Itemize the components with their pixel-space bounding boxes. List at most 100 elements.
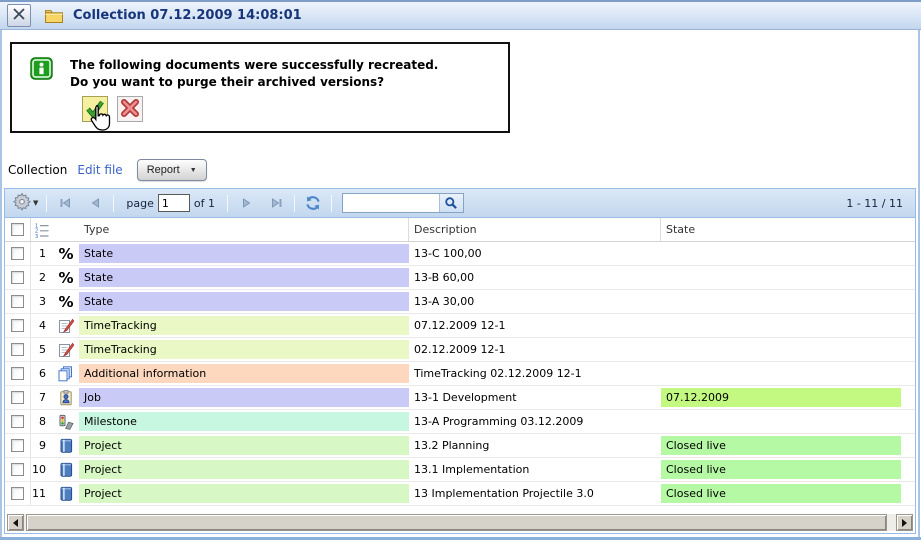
row-number-header: 1 2 3: [31, 218, 53, 241]
report-dropdown-button[interactable]: Report ▼: [137, 159, 207, 181]
horizontal-scrollbar[interactable]: [7, 514, 913, 531]
table-row[interactable]: 3%State13-A 30,00: [5, 290, 915, 314]
last-page-button[interactable]: [266, 193, 286, 213]
row-checkbox[interactable]: [11, 391, 24, 404]
table-row[interactable]: 11Project13 Implementation Projectile 3.…: [5, 482, 915, 506]
search-button[interactable]: [439, 194, 463, 212]
numbered-list-icon: 1 2 3: [34, 222, 50, 238]
table-row[interactable]: 1%State13-C 100,00: [5, 242, 915, 266]
row-checkbox[interactable]: [11, 295, 24, 308]
page-of-label: of 1: [194, 197, 215, 210]
row-checkbox-cell: [5, 410, 31, 433]
type-value: State: [79, 268, 409, 287]
row-number: 7: [31, 386, 53, 409]
type-value: Job: [79, 388, 409, 407]
table-row[interactable]: 7Job13-1 Development07.12.2009: [5, 386, 915, 410]
row-checkbox[interactable]: [11, 319, 24, 332]
state-value: Closed live: [661, 436, 901, 455]
project-icon: [53, 458, 79, 481]
refresh-icon: [305, 195, 321, 211]
percent-icon: %: [53, 242, 79, 265]
window-frame-right: [918, 30, 920, 539]
type-cell: Milestone: [79, 410, 409, 433]
row-checkbox[interactable]: [11, 439, 24, 452]
first-page-icon: [57, 195, 73, 211]
table-row[interactable]: 5TimeTracking02.12.2009 12-1: [5, 338, 915, 362]
table-row[interactable]: 6 Additional informationTimeTracking 02.1…: [5, 362, 915, 386]
last-page-icon: [268, 195, 284, 211]
window-frame-bottom: [0, 537, 921, 540]
row-checkbox-cell: [5, 338, 31, 361]
refresh-button[interactable]: [303, 193, 323, 213]
row-number: 6: [31, 362, 53, 385]
row-number: 1: [31, 242, 53, 265]
close-button[interactable]: [7, 4, 31, 27]
row-checkbox[interactable]: [11, 367, 24, 380]
table-row[interactable]: 8Milestone13-A Programming 03.12.2009: [5, 410, 915, 434]
percent-icon: %: [53, 266, 79, 289]
row-checkbox[interactable]: [11, 247, 24, 260]
grid-body: 1%State13-C 100,002%State13-B 60,003%Sta…: [5, 242, 915, 506]
table-row[interactable]: 10Project13.1 ImplementationClosed live: [5, 458, 915, 482]
row-checkbox-cell: [5, 290, 31, 313]
row-number: 10: [31, 458, 53, 481]
dialog-message-line1: The following documents were successfull…: [70, 57, 438, 74]
chevron-down-icon: ▼: [33, 199, 38, 207]
cancel-button[interactable]: [117, 96, 143, 122]
table-row[interactable]: 2%State13-B 60,00: [5, 266, 915, 290]
select-all-checkbox[interactable]: [11, 223, 24, 236]
settings-menu-button[interactable]: ▼: [13, 193, 38, 214]
window-frame-left: [0, 30, 2, 539]
type-cell: Project: [79, 458, 409, 481]
prev-page-button[interactable]: [85, 193, 105, 213]
description-cell: 13.2 Planning: [409, 434, 661, 457]
row-checkbox[interactable]: [11, 415, 24, 428]
description-cell: 13-B 60,00: [409, 266, 661, 289]
page-label: page: [126, 197, 153, 210]
confirm-button[interactable]: [82, 96, 108, 122]
grid-header: 1 2 3 Type Description State: [5, 218, 915, 242]
row-number: 3: [31, 290, 53, 313]
row-checkbox[interactable]: [11, 463, 24, 476]
scroll-right-button[interactable]: [896, 514, 913, 531]
column-header-description[interactable]: Description: [409, 218, 661, 241]
description-cell: 02.12.2009 12-1: [409, 338, 661, 361]
scroll-left-button[interactable]: [7, 514, 24, 531]
row-checkbox[interactable]: [11, 487, 24, 500]
percent-icon: %: [53, 290, 79, 313]
next-page-button[interactable]: [236, 193, 256, 213]
type-cell: State: [79, 290, 409, 313]
table-row[interactable]: 4TimeTracking07.12.2009 12-1: [5, 314, 915, 338]
description-cell: TimeTracking 02.12.2009 12-1: [409, 362, 661, 385]
record-range-label: 1 - 11 / 11: [846, 197, 903, 210]
type-cell: Project: [79, 434, 409, 457]
row-checkbox-cell: [5, 266, 31, 289]
table-row[interactable]: 9Project13.2 PlanningClosed live: [5, 434, 915, 458]
edit-file-link[interactable]: Edit file: [77, 163, 122, 177]
toolbar-separator: [227, 195, 228, 212]
row-checkbox[interactable]: [11, 343, 24, 356]
timetracking-icon: [53, 338, 79, 361]
triangle-left-icon: [13, 519, 18, 527]
search-input[interactable]: [343, 194, 439, 212]
chevron-down-icon: ▼: [190, 167, 197, 174]
description-cell: 13-A 30,00: [409, 290, 661, 313]
close-icon: [11, 6, 27, 25]
scrollbar-thumb[interactable]: [26, 514, 887, 531]
type-cell: Additional information: [79, 362, 409, 385]
page-input[interactable]: [158, 194, 190, 212]
column-header-type[interactable]: Type: [79, 218, 409, 241]
type-cell: Project: [79, 482, 409, 505]
row-checkbox[interactable]: [11, 271, 24, 284]
column-header-state[interactable]: State: [661, 218, 915, 241]
timetracking-icon: [53, 314, 79, 337]
type-cell: State: [79, 266, 409, 289]
type-value: Milestone: [79, 412, 409, 431]
folder-icon: [44, 8, 64, 24]
type-value: TimeTracking: [79, 316, 409, 335]
state-value: Closed live: [661, 484, 901, 503]
first-page-button[interactable]: [55, 193, 75, 213]
type-cell: TimeTracking: [79, 338, 409, 361]
state-value: Closed live: [661, 460, 901, 479]
description-cell: 07.12.2009 12-1: [409, 314, 661, 337]
